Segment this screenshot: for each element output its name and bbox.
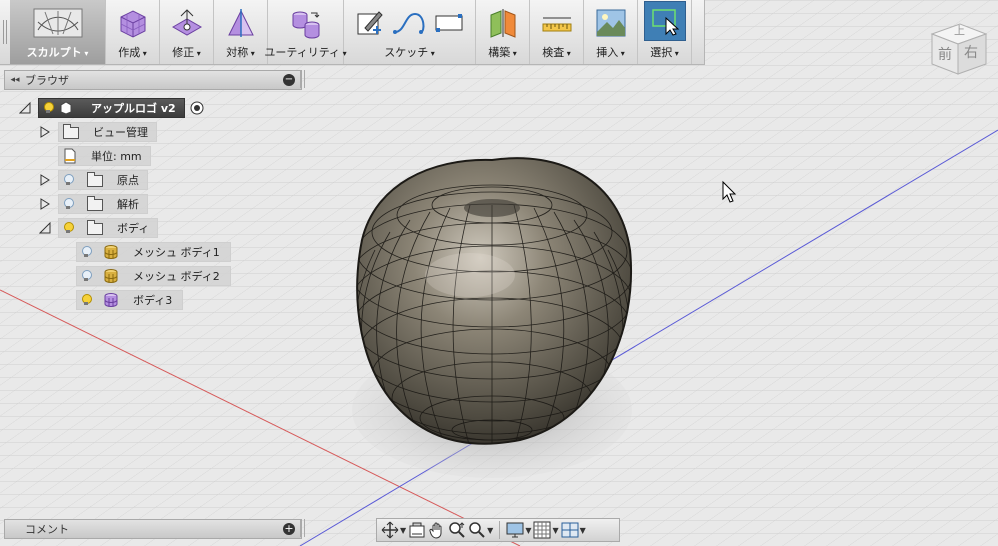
collapsed-triangle-icon[interactable] (38, 173, 52, 187)
modify-icon (170, 7, 204, 39)
orbit-button[interactable]: ▼ (381, 520, 406, 540)
viewcube-front-label[interactable]: 前 (938, 44, 952, 64)
rectangle-icon (433, 8, 465, 38)
comments-resize-grip[interactable] (300, 519, 305, 537)
select-icon-bg (643, 1, 686, 41)
folder-icon (87, 172, 103, 187)
grid-settings-button[interactable]: ▼ (533, 520, 559, 540)
select-menu[interactable]: 選択 (638, 0, 692, 64)
collapse-panel-icon[interactable]: ◂◂ (5, 75, 25, 85)
workspace-label: スカルプト (27, 44, 89, 60)
view-cube[interactable]: 上 前 右 (926, 16, 990, 80)
create-menu[interactable]: 作成 (106, 0, 160, 64)
tree-item-origin[interactable]: 原点 (38, 170, 148, 190)
component-icon (59, 101, 73, 115)
box-create-icon (117, 7, 149, 39)
construct-menu[interactable]: 構築 (476, 0, 530, 64)
activate-radio-icon[interactable] (189, 100, 205, 116)
navbar-divider (499, 521, 501, 539)
visibility-bulb-icon[interactable] (43, 102, 54, 114)
browser-title: ブラウザ (25, 74, 69, 87)
expanded-triangle-icon[interactable] (18, 101, 32, 115)
browser-header[interactable]: ◂◂ ブラウザ − (4, 70, 302, 90)
visibility-bulb-icon[interactable] (81, 246, 92, 258)
comments-panel-header[interactable]: コメント + (4, 519, 302, 539)
pan-button[interactable] (428, 520, 446, 540)
tree-item-bodies[interactable]: ボディ (38, 218, 159, 238)
main-toolbar: スカルプト 作成 修正 対称 ユーティリティ スケッチ 構築 検査 挿入 選択 (0, 0, 705, 65)
browser-resize-grip[interactable] (300, 70, 305, 88)
navigation-bar: ▼ ▼ ▼ ▼ ▼ (376, 518, 620, 542)
zoom-button[interactable] (448, 520, 466, 540)
tspline-body-icon (103, 292, 119, 308)
visibility-bulb-icon[interactable] (63, 222, 74, 234)
look-at-button[interactable] (408, 520, 426, 540)
collapsed-triangle-icon[interactable] (38, 125, 52, 139)
mesh-body-icon (103, 244, 119, 260)
inspect-menu[interactable]: 検査 (530, 0, 584, 64)
spline-icon (391, 8, 427, 38)
visibility-bulb-icon[interactable] (63, 198, 74, 210)
fit-button[interactable]: ▼ (468, 520, 493, 540)
add-comment-icon[interactable]: + (283, 523, 295, 535)
inspect-icon (540, 8, 574, 38)
mesh-body-icon (103, 268, 119, 284)
tree-item-root[interactable]: アップルロゴ v2 (18, 98, 205, 118)
viewcube-right-label[interactable]: 右 (964, 42, 978, 62)
expanded-triangle-icon[interactable] (38, 221, 52, 235)
tree-item-mesh-body-2[interactable]: メッシュ ボディ2 (76, 266, 231, 286)
visibility-bulb-icon[interactable] (81, 294, 92, 306)
select-icon (650, 6, 680, 36)
insert-menu[interactable]: 挿入 (584, 0, 638, 64)
sculpt-workspace-icon (33, 8, 83, 38)
visibility-bulb-icon[interactable] (81, 270, 92, 282)
tree-item-body-3[interactable]: ボディ3 (76, 290, 184, 310)
display-settings-button[interactable]: ▼ (506, 520, 531, 540)
symmetry-icon (225, 7, 257, 39)
viewcube-top-label[interactable]: 上 (954, 22, 965, 38)
collapsed-triangle-icon[interactable] (38, 197, 52, 211)
folder-icon (63, 124, 79, 139)
symmetry-menu[interactable]: 対称 (214, 0, 268, 64)
workspace-switcher[interactable]: スカルプト (10, 0, 106, 64)
viewports-button[interactable]: ▼ (561, 520, 586, 540)
comments-title: コメント (25, 523, 69, 536)
utility-menu[interactable]: ユーティリティ (264, 0, 344, 64)
folder-icon (87, 196, 103, 211)
folder-icon (87, 220, 103, 235)
visibility-bulb-icon[interactable] (63, 174, 74, 186)
browser-minimize-icon[interactable]: − (283, 74, 295, 86)
root-component-chip[interactable]: アップルロゴ v2 (38, 98, 185, 118)
construct-icon (487, 7, 519, 39)
insert-icon (595, 8, 627, 38)
document-settings-icon (63, 148, 77, 164)
modify-menu[interactable]: 修正 (160, 0, 214, 64)
create-sketch-icon (355, 8, 385, 38)
tree-item-analysis[interactable]: 解析 (38, 194, 148, 214)
tree-item-mesh-body-1[interactable]: メッシュ ボディ1 (76, 242, 231, 262)
toolbar-grip[interactable] (0, 0, 10, 64)
tree-item-view-manager[interactable]: ビュー管理 (38, 122, 157, 142)
utility-icon (289, 7, 323, 39)
tree-item-units[interactable]: 単位: mm (58, 146, 151, 166)
sketch-menu[interactable]: スケッチ (344, 0, 476, 64)
